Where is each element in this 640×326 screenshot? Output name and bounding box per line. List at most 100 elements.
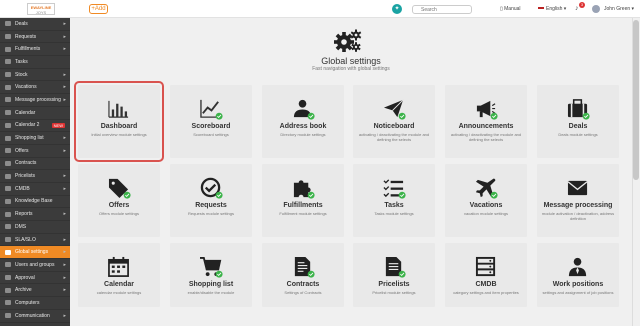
sidebar-item-global-settings[interactable]: Global settings ▸ (0, 246, 70, 260)
tile-title: Offers (108, 202, 130, 209)
tile-title: Scoreboard (191, 123, 231, 130)
tile-description: enable/disable the module (187, 290, 235, 295)
scrollbar-thumb[interactable] (633, 20, 639, 180)
tile-deals[interactable]: Deals Deals module settings (537, 85, 619, 158)
tile-calendar[interactable]: Calendar calendar module settings (78, 243, 160, 307)
sidebar-item-message-processing[interactable]: Message processing ▸ (0, 94, 70, 107)
sidebar-item-dms[interactable]: DMS (0, 221, 70, 234)
sidebar-item-label: Contracts (15, 160, 37, 167)
check-circle-icon (200, 177, 223, 199)
uk-flag-icon (538, 6, 544, 11)
tile-noticeboard[interactable]: Noticeboard activating / deactivating the… (353, 85, 435, 158)
tile-title: Message processing (543, 202, 613, 209)
avatar[interactable] (592, 5, 600, 13)
tile-description: Pricelist module settings (372, 290, 416, 295)
chevron-right-icon: ▸ (63, 211, 66, 218)
tile-announcements[interactable]: Announcements activating / deactivating t… (445, 85, 527, 158)
sidebar-item-vacations[interactable]: Vacations ▸ (0, 81, 70, 95)
sidebar-item-icon (5, 84, 11, 90)
tile-description: vacation module settings (463, 211, 509, 216)
sidebar-item-cmdb[interactable]: CMDB ▸ (0, 183, 70, 196)
language-select[interactable]: English ▾ (538, 6, 566, 12)
tile-message-processing[interactable]: Message processing module activation / de… (537, 164, 619, 237)
sidebar-item-icon (5, 313, 11, 319)
chevron-right-icon: ▸ (63, 261, 66, 268)
lightbulb-icon[interactable]: ✦ (392, 4, 402, 14)
tile-contracts[interactable]: Contracts Settings of Contracts (262, 243, 344, 307)
bell-icon[interactable]: ♪ (575, 5, 579, 12)
sidebar-item-calendar-2[interactable]: Calendar 2 NEW (0, 120, 70, 133)
chevron-right-icon: ▸ (63, 173, 66, 180)
tile-description: Fulfillment module settings (279, 211, 327, 216)
gears-icon (334, 29, 362, 52)
sidebar-item-shopping-list[interactable]: Shopping list ▸ (0, 132, 70, 145)
sidebar-item-icon (5, 46, 11, 52)
tile-vacations[interactable]: Vacations vacation module settings (445, 164, 527, 237)
search-input[interactable] (412, 5, 472, 14)
sidebar-item-icon (5, 34, 11, 40)
sidebar-item-label: Deals (15, 20, 28, 27)
tags-icon (108, 178, 131, 199)
manual-link[interactable]: ▯ Manual (500, 6, 521, 12)
tile-requests[interactable]: Requests Requests module settings (170, 164, 252, 237)
tile-pricelists[interactable]: Pricelists Pricelist module settings (353, 243, 435, 307)
sidebar-item-knowledge-base[interactable]: Knowledge Base (0, 196, 70, 209)
tile-description: Requests module settings (187, 211, 235, 216)
sidebar-item-stock[interactable]: Stock ▸ (0, 69, 70, 82)
sidebar-item-archive[interactable]: Archive ▸ (0, 284, 70, 298)
tile-work-positions[interactable]: Work positions settings and assignment of… (537, 243, 619, 307)
tile-offers[interactable]: Offers Offers module settings (78, 164, 160, 237)
sidebar-item-label: Communication (15, 312, 50, 319)
tile-dashboard[interactable]: Dashboard Initial overview module setting… (74, 81, 164, 162)
user-menu[interactable]: John Green ▾ (604, 6, 634, 12)
tile-address-book[interactable]: Address book Directory module settings (262, 85, 344, 158)
sidebar-item-tasks[interactable]: Tasks (0, 56, 70, 69)
bar-chart-icon (108, 100, 129, 118)
sidebar-item-computers[interactable]: Computers (0, 297, 70, 310)
sidebar-item-sla-slo[interactable]: SLA/SLO ▸ (0, 234, 70, 247)
tile-title: Requests (195, 202, 227, 209)
sidebar-item-label: CMDB (15, 185, 30, 192)
tile-title: Fulfillments (283, 202, 323, 209)
sidebar: Deals ▸ Requests ▸ Fulfillments ▸ Tasks Stock ▸ V… (0, 18, 70, 326)
chevron-right-icon: ▸ (63, 274, 66, 281)
airplane-icon (475, 178, 498, 199)
tile-description: Scoreboard settings (193, 132, 229, 137)
sidebar-item-deals[interactable]: Deals ▸ (0, 18, 70, 31)
tile-description: Deals module settings (558, 132, 598, 137)
sidebar-item-label: Pricelists (15, 173, 36, 180)
tile-cmdb[interactable]: CMDB category settings and item propertie… (445, 243, 527, 307)
add-button[interactable]: +Add (89, 4, 108, 14)
sidebar-item-fulfillments[interactable]: Fulfillments ▸ (0, 43, 70, 57)
sidebar-item-label: Fulfillments (15, 46, 41, 53)
tile-shopping-list[interactable]: Shopping list enable/disable the module (170, 243, 252, 307)
chevron-right-icon: ▸ (63, 236, 66, 243)
sidebar-item-label: Approval (15, 274, 35, 281)
sidebar-item-icon (5, 300, 11, 306)
sidebar-item-communication[interactable]: Communication ▸ (0, 310, 70, 323)
sidebar-item-label: Global settings (15, 249, 49, 256)
sidebar-item-icon (5, 173, 11, 179)
sidebar-item-contracts[interactable]: Contracts (0, 158, 70, 171)
sidebar-item-pricelists[interactable]: Pricelists ▸ (0, 170, 70, 183)
sidebar-item-label: Shopping list (15, 135, 44, 142)
sidebar-item-users-and-groups[interactable]: Users and groups ▸ (0, 259, 70, 272)
tile-description: Offers module settings (99, 211, 139, 216)
cmdb-icon (475, 256, 496, 277)
sidebar-item-requests[interactable]: Requests ▸ (0, 31, 70, 44)
sidebar-item-label: Stock (15, 71, 28, 78)
sidebar-item-icon (5, 72, 11, 78)
app-logo[interactable]: EWAYLINE JOYS (27, 3, 55, 15)
tile-description: Tasks module settings (374, 211, 414, 216)
chevron-right-icon: ▸ (63, 287, 66, 294)
sidebar-item-approval[interactable]: Approval ▸ (0, 272, 70, 285)
sidebar-item-reports[interactable]: Reports ▸ (0, 208, 70, 221)
tile-fulfillments[interactable]: Fulfillments Fulfillment module settings (262, 164, 344, 237)
sidebar-item-offers[interactable]: Offers ▸ (0, 145, 70, 158)
sidebar-item-calendar[interactable]: Calendar (0, 107, 70, 120)
top-bar: EWAYLINEJOYS +Add ✦ ▯ Manual English ▾ ♪… (0, 0, 640, 18)
tile-tasks[interactable]: Tasks Tasks module settings (353, 164, 435, 237)
tile-title: Tasks (384, 202, 404, 209)
tile-scoreboard[interactable]: Scoreboard Scoreboard settings (170, 85, 252, 158)
tile-title: Announcements (458, 123, 514, 130)
